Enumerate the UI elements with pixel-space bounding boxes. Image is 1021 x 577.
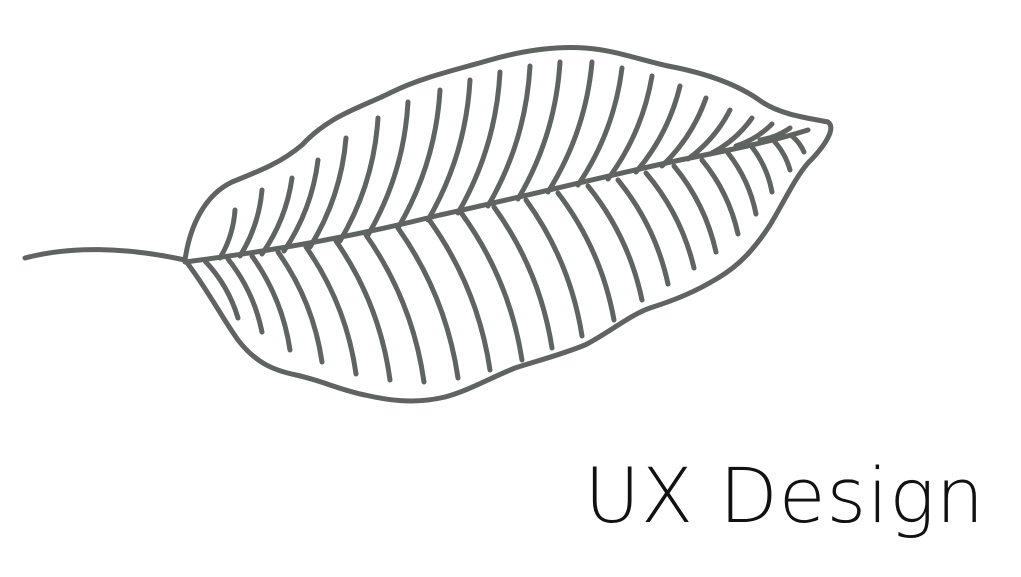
leaf-vein-lower [725, 150, 759, 217]
leaf-vein-lower [249, 253, 293, 353]
leaf-vein-lower [671, 163, 719, 255]
leaf-vein-lower [303, 244, 359, 377]
page-title: UX Design [584, 451, 985, 540]
leaf-stem [22, 247, 188, 263]
leaf-vein-upper [307, 135, 349, 250]
leaf-vein-upper [365, 99, 411, 238]
leaf-vein-lower [771, 138, 793, 173]
leaf-vein-lower [225, 256, 265, 335]
leaf-icon [22, 45, 834, 404]
leaf-vein-lower [789, 133, 807, 155]
leaf-vein-lower [523, 197, 585, 339]
leaf-vein-upper [217, 207, 238, 261]
leaf-vein-lower [275, 249, 325, 365]
leaf-vein-lower [749, 144, 775, 195]
leaf-vein-upper [237, 187, 265, 259]
ux-design-graphic: UX Design [0, 0, 1021, 577]
